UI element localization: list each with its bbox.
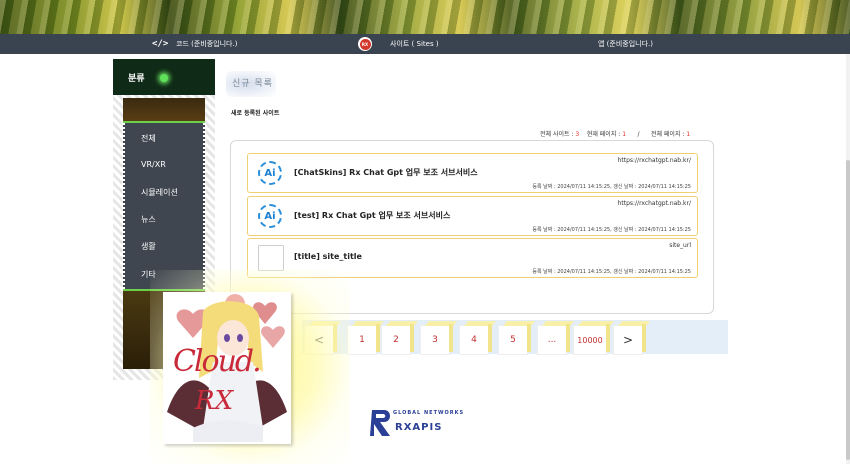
ai-icon: Ai [258,161,282,185]
next-page-button[interactable]: > [614,324,646,354]
page-button-last[interactable]: 10000 [574,324,610,354]
nav-app[interactable]: 앱 (준비중입니다.) [598,34,653,54]
page-button-5[interactable]: 5 [499,324,531,354]
sidebar-item-news[interactable]: 뉴스 [141,214,156,225]
category-menu: 전체 VR/XR 시뮬레이션 뉴스 생활 기타 [122,121,206,291]
sidebar-item-simulation[interactable]: 시뮬레이션 [141,187,178,198]
sidebar-item-all[interactable]: 전체 [141,133,156,144]
page-button-2[interactable]: 2 [382,324,414,354]
total-pages-label: 전체 페이지 : [650,131,685,138]
site-url[interactable]: https://rxchatgpt.nab.kr/ [618,157,691,164]
site-title[interactable]: [title] site_title [294,252,362,261]
character-poster-image: Cloud. RX [163,292,291,444]
site-card[interactable]: Ai https://rxchatgpt.nab.kr/ [ChatSkins]… [247,153,698,193]
total-sites-label: 전체 사이트 : [540,131,574,138]
top-nav: </> 코드 (준비중입니다.) RX 사이트 ( Sites ) 앱 (준비중… [0,34,850,54]
scrollbar-thumb[interactable] [846,160,850,460]
site-title[interactable]: [test] Rx Chat Gpt 업무 보조 서브서비스 [294,210,450,221]
poster-title-line1: Cloud. [173,344,262,379]
counts-separator: / [637,131,640,138]
poster-title-line2: RX [195,386,234,416]
nav-code[interactable]: </> 코드 (준비중입니다.) [152,34,237,54]
site-dates: 등록 날짜 : 2024/07/11 14:15:25, 갱신 날짜 : 202… [532,184,691,190]
rxapis-logo-icon [370,410,390,436]
nav-sites-label: 사이트 ( Sites ) [390,40,439,48]
broken-image-icon [258,245,284,271]
sidebar-item-life[interactable]: 생활 [141,241,156,252]
page-ellipsis[interactable]: ... [538,324,570,354]
site-dates: 등록 날짜 : 2024/07/11 14:15:25, 갱신 날짜 : 202… [532,269,691,275]
nav-app-label: 앱 (준비중입니다.) [598,40,653,48]
nav-code-label: 코드 (준비중입니다.) [176,40,238,48]
page-button-1[interactable]: 1 [348,324,380,354]
header-banner [0,0,850,34]
sidebar-item-vrxr[interactable]: VR/XR [141,160,166,169]
total-sites-value: 3 [575,131,580,138]
site-card[interactable]: Ai https://rxchatgpt.nab.kr/ [test] Rx C… [247,196,698,236]
total-pages-value: 1 [686,131,691,138]
rx-logo-icon: RX [358,37,372,51]
logo-tagline: GLOBAL NETWORKS [393,410,465,416]
page: </> 코드 (준비중입니다.) RX 사이트 ( Sites ) 앱 (준비중… [0,0,850,464]
status-dot-icon [160,74,168,82]
ai-icon: Ai [258,204,282,228]
page-title: 신규 목록 [232,79,273,89]
logo-wordmark: RXAPIS [395,422,443,433]
site-url[interactable]: site_url [669,242,691,249]
current-page-label: 현재 페이지 : [586,131,621,138]
site-dates: 등록 날짜 : 2024/07/11 14:15:25, 갱신 날짜 : 202… [532,227,691,233]
footer-logo[interactable]: GLOBAL NETWORKS RXAPIS [370,408,470,438]
nav-sites[interactable]: RX 사이트 ( Sites ) [358,34,439,54]
sidebar-top-image [123,98,205,122]
page-button-3[interactable]: 3 [421,324,453,354]
page-button-4[interactable]: 4 [460,324,492,354]
section-subtitle: 새로 등록된 사이트 [231,110,280,117]
current-page-value: 1 [622,131,627,138]
code-icon: </> [152,39,169,49]
site-url[interactable]: https://rxchatgpt.nab.kr/ [618,200,691,207]
site-counts: 전체 사이트 : 3 현재 페이지 : 1 / 전체 페이지 : 1 [540,129,690,138]
site-title[interactable]: [ChatSkins] Rx Chat Gpt 업무 보조 서브서비스 [294,167,478,178]
